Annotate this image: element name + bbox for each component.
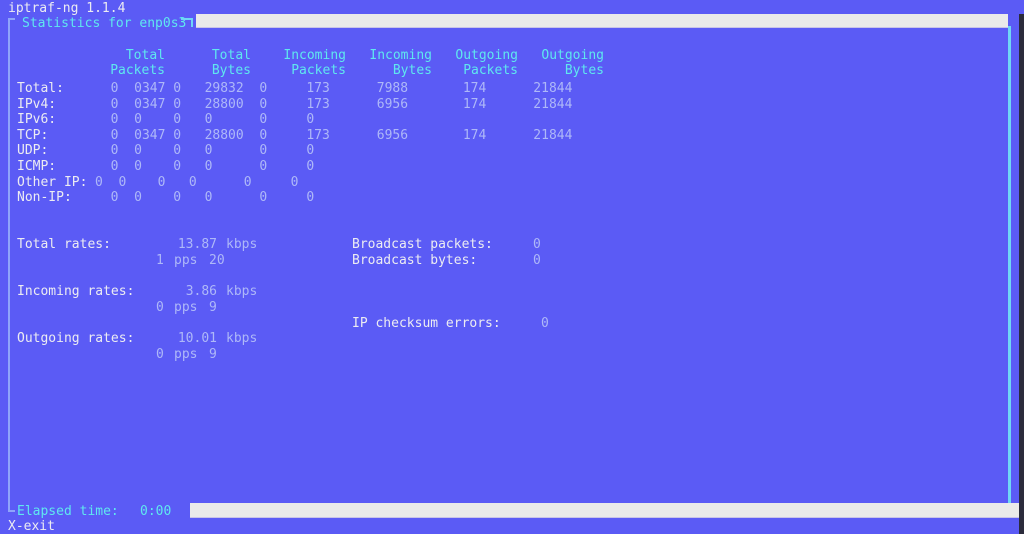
key-hint-exit[interactable]: X-exit	[8, 519, 55, 534]
broadcast-packets-label: Broadcast packets:	[352, 237, 493, 252]
screen-right-edge	[1019, 0, 1024, 534]
frame-corner-bottom-left	[8, 510, 15, 512]
incoming-rates-label: Incoming rates:	[17, 284, 135, 299]
broadcast-bytes-value: 0	[533, 252, 541, 268]
outgoing-rates-pps-unit: pps	[174, 346, 198, 362]
total-rates-unit: kbps	[226, 237, 258, 252]
column-header-incoming-packets-line1: Incoming	[283, 48, 346, 63]
outgoing-rates-value: 10.01	[177, 331, 217, 346]
app-title: iptraf-ng 1.1.4	[8, 1, 126, 16]
elapsed-time-bar[interactable]	[190, 503, 1024, 518]
outgoing-rates-unit: kbps	[226, 331, 258, 346]
column-header-incoming-bytes-line2: Bytes	[392, 63, 432, 78]
table-row-label: ICMP:	[17, 159, 57, 174]
frame-right-border	[1008, 26, 1011, 504]
label-bracket-vertical	[191, 18, 193, 27]
column-header-total-bytes-line2: Bytes	[211, 63, 251, 78]
table-row-values: 0 0347 0 29832 0 173 7988 174 21844	[95, 81, 573, 96]
table-row-values: 0 0 0 0 0 0	[95, 143, 315, 159]
column-header-total-bytes-line1: Total	[211, 48, 251, 63]
incoming-rates-unit: kbps	[226, 284, 258, 299]
table-row-values: 0 0 0 0 0 0	[95, 174, 299, 190]
column-header-total-packets-line1: Total	[125, 48, 165, 63]
top-scroll-bar[interactable]	[196, 14, 1008, 28]
elapsed-time-value: 0:00	[140, 504, 172, 519]
ip-checksum-errors-value: 0	[541, 316, 549, 331]
column-header-total-packets-line2: Packets	[110, 63, 165, 78]
column-header-incoming-bytes-line1: Incoming	[369, 48, 432, 63]
column-header-outgoing-packets-line1: Outgoing	[455, 48, 518, 63]
incoming-rates-pps-extra: 9	[209, 299, 217, 315]
incoming-rates-pps-value: 0	[156, 299, 164, 315]
column-header-outgoing-bytes-line2: Bytes	[564, 63, 604, 78]
total-rates-pps-unit: pps	[174, 252, 198, 268]
total-rates-pps-extra: 20	[209, 252, 225, 268]
column-header-outgoing-packets-line2: Packets	[463, 63, 518, 78]
table-row-values: 0 0 0 0 0 0	[95, 190, 315, 206]
total-rates-pps-value: 1	[156, 252, 164, 268]
frame-left-border	[8, 26, 10, 511]
table-row-label: Other IP:	[17, 174, 88, 190]
table-row-label: Non-IP:	[17, 190, 72, 206]
table-row-values: 0 0 0 0 0 0	[95, 159, 315, 174]
table-row-label: TCP:	[17, 127, 49, 143]
column-header-incoming-packets-line2: Packets	[291, 63, 346, 78]
table-row-label: IPv4:	[17, 96, 57, 112]
outgoing-rates-pps-value: 0	[156, 346, 164, 362]
total-rates-value: 13.87	[177, 237, 217, 252]
outgoing-rates-label: Outgoing rates:	[17, 331, 135, 346]
elapsed-time-label: Elapsed time:	[17, 504, 119, 519]
incoming-rates-pps-unit: pps	[174, 299, 198, 315]
total-rates-label: Total rates:	[17, 237, 111, 252]
panel-label: Statistics for enp0s3	[22, 16, 187, 31]
incoming-rates-value: 3.86	[185, 284, 217, 299]
broadcast-bytes-label: Broadcast bytes:	[352, 252, 478, 268]
screen-right-edge-top-gap	[1011, 0, 1024, 14]
table-row-label: UDP:	[17, 143, 49, 159]
table-row-label: IPv6:	[17, 112, 57, 128]
broadcast-packets-value: 0	[533, 237, 541, 252]
ip-checksum-errors-label: IP checksum errors:	[352, 316, 501, 331]
outgoing-rates-pps-extra: 9	[209, 346, 217, 362]
table-row-values: 0 0347 0 28800 0 173 6956 174 21844	[95, 96, 573, 112]
column-header-outgoing-bytes-line1: Outgoing	[541, 48, 604, 63]
table-row-values: 0 0347 0 28800 0 173 6956 174 21844	[95, 127, 573, 143]
terminal-screen: iptraf-ng 1.1.4 Statistics for enp0s3 To…	[0, 0, 1024, 534]
table-row-values: 0 0 0 0 0 0	[95, 112, 315, 128]
table-row-label: Total:	[17, 81, 64, 96]
